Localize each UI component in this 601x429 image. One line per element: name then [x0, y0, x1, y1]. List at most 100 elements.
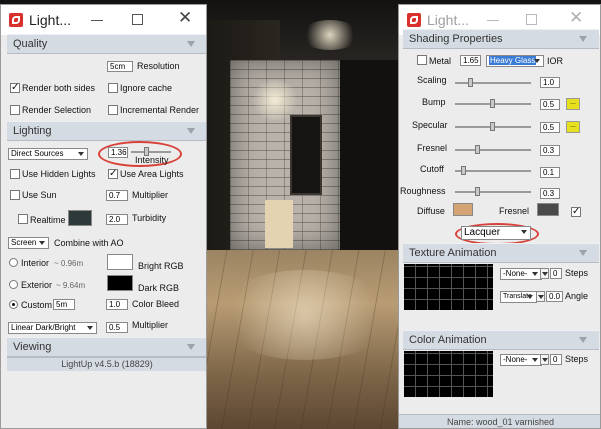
color-bleed-input[interactable]: 1.0 — [106, 299, 128, 310]
interior-radio[interactable] — [9, 258, 18, 267]
section-lighting-header[interactable]: Lighting — [7, 121, 206, 141]
texture-transform-select[interactable]: Translate — [500, 291, 537, 303]
material-settings-window: Light... ✕ Shading Properties Metal 1.65… — [398, 4, 601, 429]
metal-checkbox[interactable] — [417, 55, 427, 65]
bump-slider[interactable] — [455, 99, 531, 108]
scaling-input[interactable]: 1.0 — [540, 77, 560, 88]
maximize-icon[interactable] — [132, 14, 143, 25]
tonemap-select[interactable]: Linear Dark/Bright — [8, 322, 97, 334]
turbidity-input[interactable]: 2.0 — [106, 214, 128, 225]
sky-color-swatch[interactable] — [68, 210, 92, 226]
bump-input[interactable]: 0.5 — [540, 99, 560, 110]
ao-mode-select[interactable]: Screen — [8, 237, 49, 249]
material-type-select[interactable]: Lacquer — [461, 226, 531, 240]
fresnel-input[interactable]: 0.3 — [540, 145, 560, 156]
section-title: Viewing — [13, 341, 52, 353]
section-color-animation-header[interactable]: Color Animation — [403, 330, 599, 350]
render-both-sides-label: Render both sides — [22, 83, 96, 93]
intensity-input[interactable]: 1.36 — [108, 147, 128, 158]
custom-radio[interactable] — [9, 300, 18, 309]
color-steps-label: Steps — [565, 354, 589, 364]
realtime-checkbox[interactable] — [18, 214, 28, 224]
sketchup-app-icon — [9, 13, 23, 27]
intensity-slider[interactable] — [131, 147, 171, 156]
specular-map-button[interactable]: ... — [566, 121, 580, 133]
minimize-icon[interactable] — [91, 20, 103, 21]
angle-spinner[interactable] — [536, 291, 545, 302]
specular-input[interactable]: 0.5 — [540, 122, 560, 133]
sun-multiplier-input[interactable]: 0.7 — [106, 190, 128, 201]
exterior-distance: ~ 9.64m — [56, 281, 86, 290]
light-source-select[interactable]: Direct Sources — [8, 148, 88, 160]
maximize-icon[interactable] — [526, 14, 537, 25]
section-viewing-header[interactable]: Viewing — [7, 337, 206, 357]
fresnel-slider[interactable] — [455, 145, 531, 154]
section-shading-header[interactable]: Shading Properties — [403, 29, 599, 49]
color-animation-grid[interactable] — [404, 351, 493, 397]
slider-thumb[interactable] — [490, 122, 495, 131]
texture-animation-grid[interactable] — [404, 264, 493, 310]
glass-preset-select[interactable]: Heavy Glass — [486, 55, 544, 67]
scene-column — [340, 60, 400, 260]
fresnel-label: Fresnel — [417, 143, 448, 153]
use-sun-checkbox[interactable] — [10, 190, 20, 200]
custom-label: Custom — [21, 300, 53, 310]
chevron-down-icon — [187, 41, 195, 47]
slider-thumb[interactable] — [461, 166, 466, 175]
use-area-lights-label: Use Area Lights — [120, 169, 184, 179]
fresnel-color-swatch[interactable] — [537, 203, 559, 216]
chevron-down-icon — [187, 128, 195, 134]
slider-thumb[interactable] — [475, 145, 480, 154]
exterior-radio[interactable] — [9, 280, 18, 289]
slider-thumb[interactable] — [490, 99, 495, 108]
scene-floor-reflection — [215, 270, 395, 360]
texture-steps-input[interactable]: 0 — [550, 268, 562, 279]
combine-ao-label: Combine with AO — [54, 238, 124, 248]
tonemap-multiplier-input[interactable]: 0.5 — [106, 322, 128, 333]
color-anim-select[interactable]: -None- — [500, 354, 542, 366]
use-sun-label: Use Sun — [22, 190, 57, 200]
scene-picture-frame — [290, 115, 322, 195]
bump-map-button[interactable]: ... — [566, 98, 580, 110]
render-selection-label: Render Selection — [22, 105, 92, 115]
minimize-icon[interactable] — [487, 20, 499, 21]
fresnel-color-checkbox[interactable] — [571, 206, 581, 218]
cutoff-slider[interactable] — [455, 166, 531, 175]
resolution-input[interactable]: 5cm — [107, 61, 133, 72]
section-texture-animation-header[interactable]: Texture Animation — [403, 243, 599, 263]
ignore-cache-checkbox[interactable] — [108, 83, 118, 93]
incremental-render-checkbox[interactable] — [108, 105, 118, 115]
ior-input[interactable]: 1.65 — [460, 55, 481, 66]
scaling-slider[interactable] — [455, 78, 531, 87]
color-steps-input[interactable]: 0 — [550, 354, 562, 365]
cutoff-label: Cutoff — [420, 164, 444, 174]
specular-slider[interactable] — [455, 122, 531, 131]
glass-preset-value: Heavy Glass — [489, 56, 537, 65]
diffuse-color-swatch[interactable] — [453, 203, 473, 216]
render-both-sides-checkbox[interactable] — [10, 82, 20, 94]
bright-rgb-swatch[interactable] — [107, 254, 133, 270]
angle-input[interactable]: 0.0 — [546, 291, 563, 302]
scene-light-glow — [300, 20, 360, 50]
section-quality-header[interactable]: Quality — [7, 34, 206, 54]
close-icon[interactable]: ✕ — [569, 9, 583, 27]
steps-spinner[interactable] — [540, 268, 549, 279]
scene-pedestal — [265, 200, 293, 248]
slider-thumb[interactable] — [468, 78, 473, 87]
status-bar: LightUp v4.5.b (18829) — [7, 357, 206, 371]
steps-spinner[interactable] — [540, 354, 549, 365]
close-icon[interactable]: ✕ — [178, 9, 192, 27]
sketchup-app-icon — [407, 13, 421, 27]
use-hidden-lights-checkbox[interactable] — [10, 169, 20, 179]
dark-rgb-swatch[interactable] — [107, 275, 133, 291]
roughness-slider[interactable] — [455, 187, 531, 196]
render-selection-checkbox[interactable] — [10, 105, 20, 115]
cutoff-input[interactable]: 0.1 — [540, 167, 560, 178]
slider-thumb[interactable] — [475, 187, 480, 196]
scaling-label: Scaling — [417, 75, 447, 85]
texture-anim-select[interactable]: -None- — [500, 268, 542, 280]
color-bleed-label: Color Bleed — [132, 299, 180, 309]
use-area-lights-checkbox[interactable] — [108, 168, 118, 180]
roughness-input[interactable]: 0.3 — [540, 188, 560, 199]
custom-distance-input[interactable]: 5m — [53, 299, 75, 310]
